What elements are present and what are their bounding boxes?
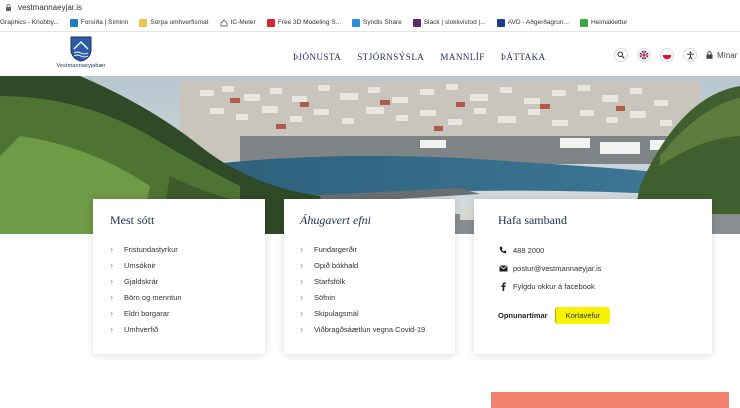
site-logo[interactable]: Vestmannaeyjabær (55, 36, 107, 76)
chevron-right-icon: › (300, 308, 303, 318)
accessibility-button[interactable] (683, 48, 697, 62)
house-icon (219, 18, 228, 27)
contact-title: Hafa samband (498, 213, 567, 227)
search-button[interactable] (614, 48, 628, 62)
bookmark-avd[interactable]: AVD - Aðgerðagrun... (496, 18, 569, 27)
chevron-right-icon: › (110, 292, 113, 302)
lock-icon (5, 3, 12, 11)
nav-thattaka[interactable]: ÞÁTTAKA (501, 52, 546, 62)
chevron-right-icon: › (300, 260, 303, 270)
interesting-item-sofnin[interactable]: › Söfnin (300, 289, 425, 305)
bookmarks-bar: Graphics - Knobby... Forsíða | Síminn So… (0, 14, 740, 32)
chevron-right-icon: › (110, 324, 113, 334)
chevron-right-icon: › (300, 244, 303, 254)
interesting-item-opid-bokhald[interactable]: › Opið bókhald (300, 257, 425, 273)
syndis-icon (352, 18, 361, 27)
popular-item-born-og-menntun[interactable]: › Börn og menntun (110, 289, 182, 305)
nav-stjornsysla[interactable]: STJÓRNSÝSLA (357, 52, 424, 62)
chevron-right-icon: › (300, 276, 303, 286)
bookmark-siminn[interactable]: Forsíða | Síminn (69, 18, 128, 27)
phone-icon (498, 246, 508, 254)
header-tools: Mínar s (614, 48, 740, 62)
bookmark-3d-modeling[interactable]: Free 3D Modeling S... (266, 18, 341, 27)
simi-icon (69, 18, 78, 27)
popular-title: Mest sótt (110, 213, 155, 227)
popular-item-gjaldskrar[interactable]: › Gjaldskrár (110, 273, 182, 289)
login-link[interactable]: Mínar s (706, 51, 740, 60)
nav-thjonusta[interactable]: ÞJÓNUSTA (293, 52, 341, 62)
interesting-list: › Fundargerðir › Opið bókhald › Starfsfólk … (300, 241, 425, 337)
chevron-right-icon: › (300, 292, 303, 302)
contact-phone[interactable]: 488 2000 (498, 241, 602, 259)
interesting-item-skipulagsmal[interactable]: › Skipulagsmál (300, 305, 425, 321)
bookmark-graphics[interactable]: Graphics - Knobby... (0, 19, 59, 26)
interesting-card: Áhugavert efni › Fundargerðir › Opið bókha… (284, 199, 455, 354)
chevron-right-icon: › (110, 260, 113, 270)
contact-card: Hafa samband 488 2000 postur@vestmannaey… (474, 199, 712, 354)
opening-hours: Opnunartímar Kortavefur (498, 307, 611, 324)
popular-item-umsoknir[interactable]: › Umsóknir (110, 257, 182, 273)
gift-icon (266, 18, 275, 27)
main-nav: ÞJÓNUSTA STJÓRNSÝSLA MANNLÍF ÞÁTTAKA (293, 52, 562, 62)
url-text: vestmannaeyjar.is (18, 2, 83, 12)
popular-item-eldri-borgarar[interactable]: › Eldri borgarar (110, 305, 182, 321)
search-icon (617, 51, 625, 59)
envelope-icon (498, 264, 508, 272)
slack-icon (412, 18, 421, 27)
interesting-item-fundargerdir[interactable]: › Fundargerðir (300, 241, 425, 257)
address-bar[interactable]: vestmannaeyjar.is (0, 0, 740, 14)
popular-item-fristundastyrkur[interactable]: › Fristundastyrkur (110, 241, 182, 257)
popular-card: Mest sótt › Fristundastyrkur › Umsóknir › G… (93, 199, 265, 354)
interesting-item-starfsfolk[interactable]: › Starfsfólk (300, 273, 425, 289)
site-header: Vestmannaeyjabær ÞJÓNUSTA STJÓRNSÝSLA MA… (0, 33, 740, 76)
popular-item-umhverfid[interactable]: › Umhverfið (110, 321, 182, 337)
bookmark-label: Graphics - Knobby... (0, 19, 59, 26)
bookmark-slack[interactable]: Slack | slokkvistod |... (412, 18, 486, 27)
login-label: Mínar s (717, 50, 740, 60)
language-polish-button[interactable] (660, 48, 674, 62)
poland-flag-icon (662, 50, 672, 60)
bookmark-heimaklettur[interactable]: Heimaklettur (579, 18, 627, 27)
interesting-title: Áhugavert efni (300, 213, 371, 227)
folder-icon (139, 18, 148, 27)
chevron-right-icon: › (110, 276, 113, 286)
contact-list: 488 2000 postur@vestmannaeyjar.is Fylgdu… (498, 241, 602, 295)
heimaklettur-icon (579, 18, 588, 27)
avd-icon (496, 18, 505, 27)
contact-email[interactable]: postur@vestmannaeyjar.is (498, 259, 602, 277)
accent-block (491, 392, 729, 408)
coat-of-arms-icon (70, 36, 92, 62)
lock-icon (706, 51, 713, 59)
chevron-right-icon: › (110, 308, 113, 318)
chevron-right-icon: › (110, 244, 113, 254)
interesting-item-covid[interactable]: › Viðbragðsáætlun vegna Covid-19 (300, 321, 425, 337)
chevron-right-icon: › (300, 324, 303, 334)
accessibility-icon (686, 50, 694, 60)
uk-flag-icon (639, 50, 649, 60)
logo-text: Vestmannaeyjabær (56, 63, 106, 69)
bookmark-sorpa[interactable]: Sorpa umhverfismat (139, 18, 209, 27)
contact-facebook[interactable]: Fylgdu okkur á facebook (498, 277, 602, 295)
language-english-button[interactable] (637, 48, 651, 62)
nav-mannlif[interactable]: MANNLÍF (440, 52, 485, 62)
opening-hours-link[interactable]: Opnunartímar (498, 311, 548, 320)
bookmark-syndis[interactable]: Syndis Share (352, 18, 402, 27)
popular-list: › Fristundastyrkur › Umsóknir › Gjaldskrár … (110, 241, 182, 337)
facebook-icon (498, 282, 508, 291)
map-link[interactable]: Kortavefur (554, 307, 611, 324)
bookmark-ic-meter[interactable]: IC-Meter (219, 18, 256, 27)
